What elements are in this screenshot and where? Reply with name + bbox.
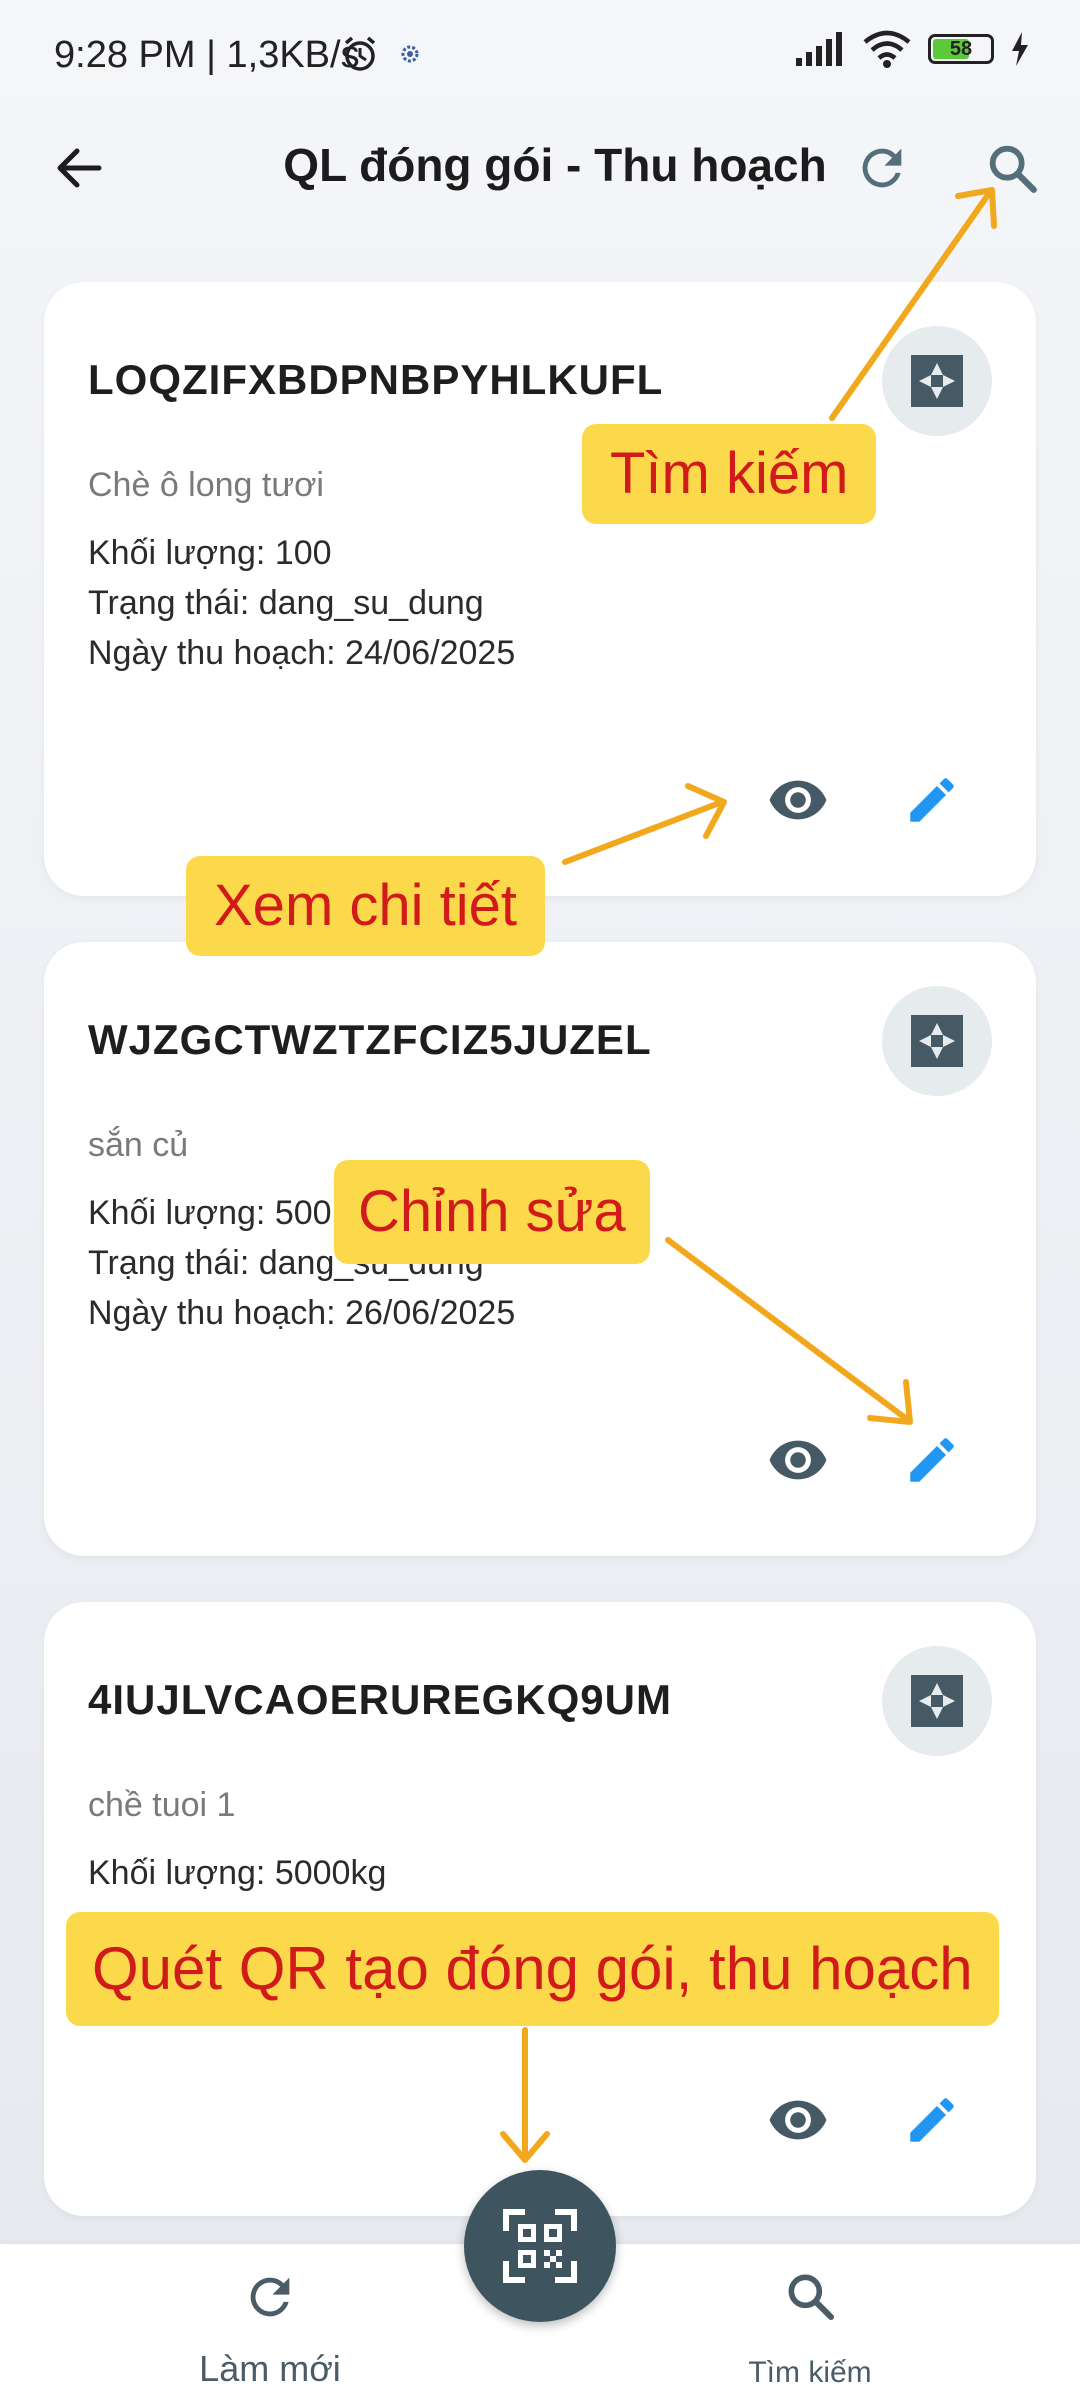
pencil-icon [910, 1438, 954, 1482]
battery-indicator: 58 [928, 34, 994, 64]
weight-text: Khối lượng: 100 [88, 534, 332, 572]
eye-icon [769, 780, 827, 820]
harvest-details: Khối lượng: 5000kg [88, 1848, 386, 1898]
harvest-code: 4IUJLVCAOERUREGKQ9UM [88, 1676, 672, 1723]
status-time-speed: 9:28 PM | 1,3KB/s [54, 34, 360, 76]
view-detail-button[interactable] [756, 1418, 840, 1502]
edit-button[interactable] [890, 1418, 974, 1502]
edit-button[interactable] [890, 758, 974, 842]
callout-search: Tìm kiếm [582, 424, 877, 524]
qr-code-button[interactable] [882, 326, 992, 436]
callout-view-detail: Xem chi tiết [186, 856, 545, 956]
view-detail-button[interactable] [756, 2078, 840, 2162]
harvest-date-text: Ngày thu hoạch: 26/06/2025 [88, 1294, 516, 1332]
harvest-date-text: Ngày thu hoạch: 24/06/2025 [88, 634, 516, 672]
refresh-icon [250, 2277, 290, 2317]
charging-icon [1012, 32, 1028, 66]
qr-scan-icon [503, 2209, 577, 2283]
harvest-card[interactable]: 4IUJLVCAOERUREGKQ9UM chề tuoi 1 Khối lượ… [44, 1602, 1036, 2216]
nav-refresh-button[interactable]: Làm mới [170, 2244, 370, 2400]
qr-code-button[interactable] [882, 1646, 992, 1756]
qr-code-button[interactable] [882, 986, 992, 1096]
callout-edit: Chỉnh sửa [334, 1160, 650, 1264]
weight-text: Khối lượng: 5000kg [88, 1854, 387, 1892]
search-button[interactable] [976, 132, 1048, 204]
settings-notification-icon [401, 45, 419, 63]
status-bar: 9:28 PM | 1,3KB/s 58 [0, 0, 1080, 110]
harvest-card[interactable]: LOQZIFXBDPNBPYHLKUFL Chè ô long tươi Khố… [44, 282, 1036, 896]
wifi-icon [863, 30, 911, 68]
nav-search-button[interactable]: Tìm kiếm [710, 2244, 910, 2400]
harvest-code: LOQZIFXBDPNBPYHLKUFL [88, 356, 664, 403]
app-bar: QL đóng gói - Thu hoạch [0, 110, 1080, 250]
pencil-icon [910, 778, 954, 822]
search-icon [989, 145, 1037, 193]
search-icon [788, 2274, 835, 2321]
harvest-details: Khối lượng: 100 Trạng thái: dang_su_dung… [88, 528, 515, 678]
scan-qr-fab[interactable] [464, 2170, 616, 2322]
pencil-icon [910, 2098, 954, 2142]
refresh-icon [862, 148, 902, 188]
product-name: sắn củ [88, 1126, 189, 1164]
callout-scan-qr: Quét QR tạo đóng gói, thu hoạch [66, 1912, 999, 2026]
alarm-icon [344, 36, 376, 71]
edit-button[interactable] [890, 2078, 974, 2162]
battery-level: 58 [949, 38, 973, 60]
nav-search-label: Tìm kiếm [748, 2356, 872, 2389]
harvest-code: WJZGCTWZTZFCIZ5JUZEL [88, 1016, 652, 1063]
signal-icon [796, 32, 842, 66]
eye-icon [769, 1440, 827, 1480]
nav-refresh-label: Làm mới [199, 2348, 341, 2389]
product-name: Chè ô long tươi [88, 466, 324, 504]
page-title: QL đóng gói - Thu hoạch [283, 139, 827, 191]
status-text: Trạng thái: dang_su_dung [88, 584, 484, 622]
qr-crop-icon [911, 355, 963, 407]
qr-crop-icon [911, 1675, 963, 1727]
refresh-button[interactable] [846, 132, 918, 204]
eye-icon [769, 2100, 827, 2140]
view-detail-button[interactable] [756, 758, 840, 842]
product-name: chề tuoi 1 [88, 1786, 236, 1824]
qr-crop-icon [911, 1015, 963, 1067]
